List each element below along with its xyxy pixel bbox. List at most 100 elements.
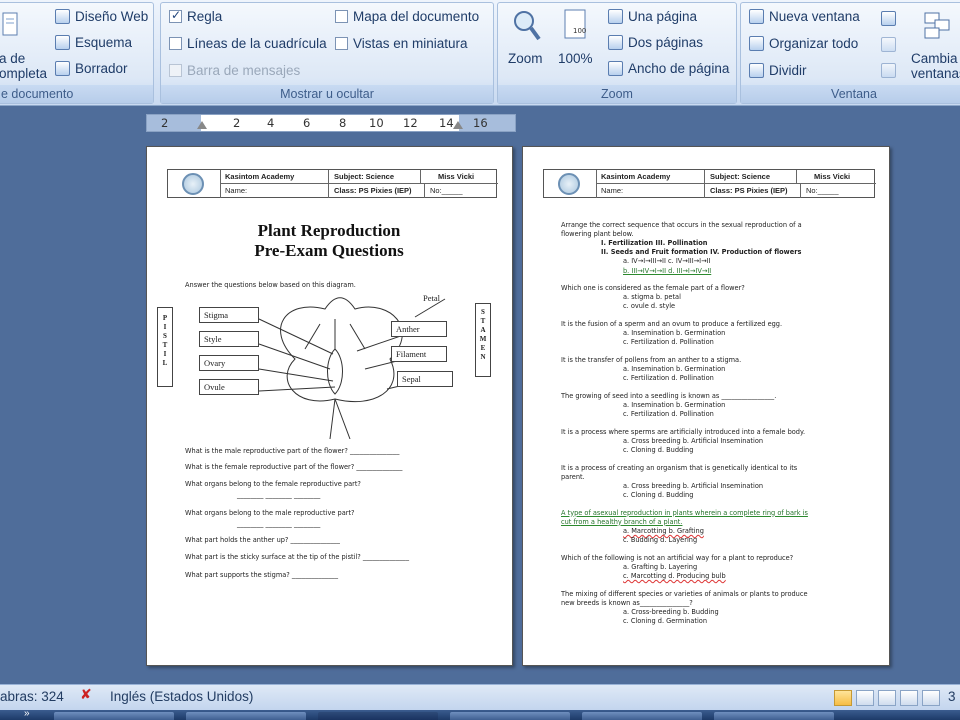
draft-button[interactable]: Borrador <box>55 61 128 76</box>
taskbar: » <box>0 708 960 720</box>
thumbnails-checkbox[interactable]: Vistas en miniatura <box>335 36 468 51</box>
checkbox-icon <box>335 37 348 50</box>
taskbar-button[interactable] <box>582 712 702 720</box>
ruler-right-indent-marker[interactable] <box>453 121 463 129</box>
group-ventana: Nueva ventana Organizar todo Dividir Cam… <box>740 2 960 104</box>
message-bar-checkbox[interactable]: Barra de mensajes <box>169 63 300 78</box>
label-anther: Anther <box>391 321 447 337</box>
status-bar: abras: 324 ✘ Inglés (Estados Unidos) 3 <box>0 684 960 710</box>
web-layout-icon <box>55 9 70 24</box>
switch-windows-label[interactable]: Cambia ventanas <box>911 51 960 81</box>
answer-option-line: c. Fertilization d. Pollination <box>623 374 714 383</box>
question-text: It is a process where sperms are artific… <box>561 427 806 436</box>
page-width-button[interactable]: Ancho de página <box>608 61 729 76</box>
question-text: parent. <box>561 472 585 481</box>
web-layout-button[interactable]: Diseño Web <box>55 9 148 24</box>
full-screen-reading-label[interactable]: a de ompleta <box>0 51 47 81</box>
two-pages-button[interactable]: Dos páginas <box>608 35 703 50</box>
full-screen-reading-icon[interactable] <box>1 11 31 43</box>
answer-option-line: b. III→IV→I→II d. III→I→IV→II <box>623 266 712 275</box>
answer-option-line: a. Grafting b. Layering <box>623 562 698 571</box>
label-sepal: Sepal <box>397 371 453 387</box>
answer-option-line: c. Fertilization d. Pollination <box>623 410 714 419</box>
ruler-tick: 16 <box>473 116 488 130</box>
question: What organs belong to the female reprodu… <box>185 480 361 488</box>
school-logo-icon <box>558 173 580 195</box>
outline-view-icon[interactable] <box>900 690 918 706</box>
proofing-error-icon[interactable]: ✘ <box>80 687 98 705</box>
group-zoom: Zoom 100 100% Una página Dos páginas Anc… <box>497 2 737 104</box>
answer-option-line: a. Insemination b. Germination <box>623 365 726 374</box>
taskbar-button[interactable] <box>450 712 570 720</box>
subject: Subject: Science <box>710 172 771 181</box>
ruler-tick: 6 <box>303 116 311 130</box>
answer-option-line: a. Insemination b. Germination <box>623 401 726 409</box>
teacher: Miss Vicki <box>814 172 851 181</box>
ruler-checkbox[interactable]: Regla <box>169 8 222 24</box>
label-petal: Petal <box>423 293 440 303</box>
question-text: Which one is considered as the female pa… <box>561 284 745 293</box>
switch-windows-icon[interactable] <box>923 11 953 43</box>
checkbox-checked-icon <box>169 8 182 23</box>
print-layout-view-icon[interactable] <box>834 690 852 706</box>
new-window-button[interactable]: Nueva ventana <box>749 9 860 24</box>
gridlines-checkbox[interactable]: Líneas de la cuadrícula <box>169 36 327 51</box>
zoom-magnifier-icon[interactable] <box>512 8 542 41</box>
answer-blanks: ________ ________ ________ <box>237 491 321 499</box>
question-text: It is a process of creating an organism … <box>561 463 798 472</box>
full-screen-reading-view-icon[interactable] <box>856 690 874 706</box>
synchronous-scrolling-icon[interactable] <box>881 37 896 52</box>
document-page-2[interactable]: Kasintom Academy Subject: Science Miss V… <box>522 146 890 666</box>
label-ovule: Ovule <box>199 379 259 395</box>
zoom-100-icon[interactable]: 100 <box>562 8 592 40</box>
ruler-indent-marker[interactable] <box>197 121 207 129</box>
arrange-all-icon <box>749 36 764 51</box>
answer-option-line: c. Marcotting d. Producing bulb <box>623 571 726 580</box>
taskbar-button[interactable] <box>714 712 834 720</box>
header-table: Kasintom Academy Subject: Science Miss V… <box>543 169 876 198</box>
taskbar-button[interactable] <box>186 712 306 720</box>
zoom-level[interactable]: 3 <box>948 689 956 704</box>
taskbar-button[interactable] <box>54 712 174 720</box>
answer-option-line: a. Cross-breeding b. Budding <box>623 607 719 616</box>
answer-option-line: c. Cloning d. Germination <box>623 616 708 625</box>
document-page-1[interactable]: Kasintom Academy Subject: Science Miss V… <box>146 146 513 666</box>
question: What part supports the stigma? _________… <box>185 571 339 579</box>
taskbar-button[interactable] <box>318 712 438 720</box>
page-width-icon <box>608 61 623 76</box>
question: What part holds the anther up? _________… <box>185 536 340 544</box>
header-table: Kasintom Academy Subject: Science Miss V… <box>167 169 498 198</box>
taskbar-chevron-icon[interactable]: » <box>24 708 30 719</box>
document-map-checkbox[interactable]: Mapa del documento <box>335 9 479 24</box>
web-layout-view-icon[interactable] <box>878 690 896 706</box>
outline-button[interactable]: Esquema <box>55 35 132 50</box>
school-name: Kasintom Academy <box>225 172 295 181</box>
stamen-label: STAMEN <box>475 303 491 377</box>
answer-option-line: II. Seeds and Fruit formation IV. Produc… <box>601 248 802 257</box>
language-indicator[interactable]: Inglés (Estados Unidos) <box>110 689 253 704</box>
ruler-tick: 2 <box>233 116 241 130</box>
question-text: The mixing of different species or varie… <box>561 589 808 598</box>
question-text: A type of asexual reproduction in plants… <box>561 508 808 517</box>
group-label-ventana: Ventana <box>741 85 960 103</box>
arrange-all-button[interactable]: Organizar todo <box>749 36 858 51</box>
view-side-by-side-icon[interactable] <box>881 11 896 26</box>
answer-option-line: c. Budding d. Layering <box>623 536 698 544</box>
school-name: Kasintom Academy <box>601 172 671 181</box>
word-count[interactable]: abras: 324 <box>0 689 64 704</box>
checkbox-icon <box>335 10 348 23</box>
split-icon <box>749 63 764 78</box>
draft-view-icon[interactable] <box>922 690 940 706</box>
zoom-100-label[interactable]: 100% <box>558 51 593 66</box>
zoom-button-label[interactable]: Zoom <box>508 51 543 66</box>
ruler-left-margin <box>147 115 201 131</box>
horizontal-ruler[interactable]: 2 2 4 6 8 10 12 14 16 <box>146 114 516 132</box>
group-label-vistas: e documento <box>0 85 153 103</box>
ribbon: a de ompleta Diseño Web Esquema Borrador… <box>0 0 960 106</box>
class-field: Class: PS Pixies (IEP) <box>710 186 788 195</box>
split-button[interactable]: Dividir <box>749 63 807 78</box>
question: What is the female reproductive part of … <box>185 463 403 471</box>
one-page-button[interactable]: Una página <box>608 9 697 24</box>
reset-window-position-icon[interactable] <box>881 63 896 78</box>
label-style: Style <box>199 331 259 347</box>
